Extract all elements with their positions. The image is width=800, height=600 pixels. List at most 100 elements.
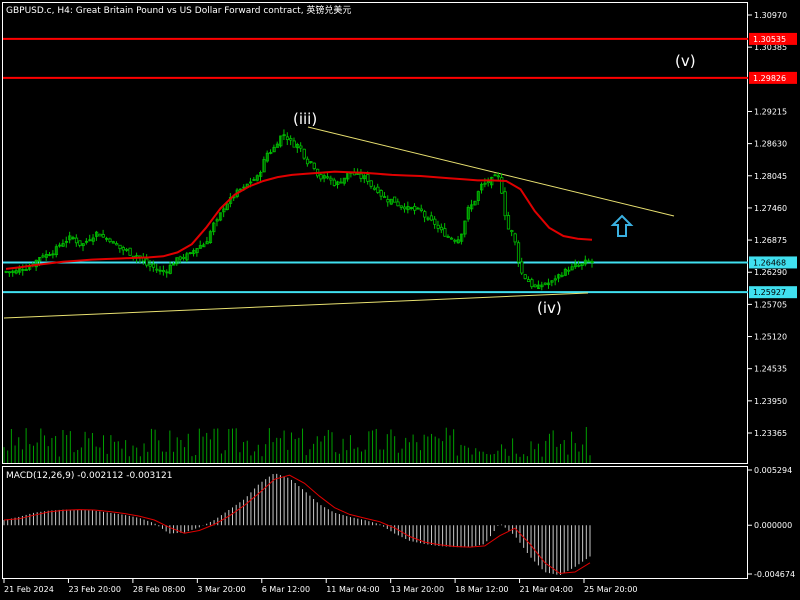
candle-body xyxy=(443,228,447,237)
candle-body xyxy=(329,177,333,181)
upper-trendline[interactable] xyxy=(307,126,675,217)
candle-body xyxy=(118,244,122,250)
price-tick-label: 1.25120 xyxy=(754,333,787,342)
up-arrow-icon[interactable] xyxy=(610,214,634,237)
price-tick-label: 1.23365 xyxy=(754,429,787,438)
candle-body xyxy=(503,191,507,217)
candle-body xyxy=(396,201,400,207)
candle-body xyxy=(125,249,129,251)
main-chart-frame xyxy=(2,2,748,464)
moving-average-line xyxy=(5,170,593,270)
candle-body xyxy=(7,271,12,274)
candle-body xyxy=(577,264,581,267)
candle-body xyxy=(151,263,156,268)
time-tick-label: 11 Mar 04:00 xyxy=(326,585,379,594)
candle-body xyxy=(533,284,537,288)
candle-body xyxy=(74,237,79,244)
price-tick-label: 1.27460 xyxy=(754,204,787,213)
candle-body xyxy=(413,205,417,211)
candle-body xyxy=(369,180,373,187)
candle-body xyxy=(513,233,517,243)
candle-body xyxy=(543,282,547,285)
time-tick-label: 21 Mar 04:00 xyxy=(520,585,573,594)
time-tick-label: 23 Feb 20:00 xyxy=(68,585,120,594)
candle-body xyxy=(366,174,370,182)
candle-body xyxy=(506,215,511,230)
candle-body xyxy=(439,226,444,231)
candle-body xyxy=(145,258,149,266)
candle-body xyxy=(108,238,112,242)
candle-body xyxy=(403,206,407,210)
chart-canvas[interactable]: 1.309701.303851.292151.286301.280451.274… xyxy=(0,0,800,600)
time-tick-label: 28 Feb 08:00 xyxy=(133,585,185,594)
candle-body xyxy=(115,243,119,246)
macd-tick-label: -0.004674 xyxy=(754,570,795,579)
candle-body xyxy=(516,242,521,263)
macd-signal-line xyxy=(3,474,591,574)
candle-body xyxy=(567,269,571,272)
candle-body xyxy=(4,271,8,273)
candle-body xyxy=(553,278,557,281)
level-price-label: 1.25927 xyxy=(753,288,786,297)
time-tick-label: 25 Mar 20:00 xyxy=(584,585,637,594)
wave-label-v: (v) xyxy=(675,52,696,70)
time-tick-label: 13 Mar 20:00 xyxy=(391,585,444,594)
candle-body xyxy=(560,274,564,277)
candle-body xyxy=(436,224,440,229)
price-tick-label: 1.26875 xyxy=(754,236,787,245)
time-axis: 21 Feb 2024 23 Feb 20:00 28 Feb 08:00 3 Mar… xyxy=(3,579,637,594)
candle-body xyxy=(429,215,434,221)
candle-body xyxy=(386,199,390,203)
candle-body xyxy=(399,205,403,208)
time-tick-label: 18 Mar 12:00 xyxy=(455,585,508,594)
candle-body xyxy=(526,279,531,283)
candle-body xyxy=(376,186,380,193)
candle-body xyxy=(449,237,454,240)
candle-body xyxy=(590,260,594,263)
wave-label-iv: (iv) xyxy=(537,299,562,317)
macd-title: MACD(12,26,9) -0.002112 -0.003121 xyxy=(6,471,172,481)
macd-axis: 0.005294 0.000000 -0.004674 xyxy=(748,466,795,579)
candle-body xyxy=(101,234,105,238)
candle-body xyxy=(423,211,427,218)
wave-label-iii: (iii) xyxy=(293,110,317,128)
macd-histogram xyxy=(3,473,591,575)
candle-body xyxy=(530,279,534,288)
price-tick-label: 1.23950 xyxy=(754,397,787,406)
candle-body xyxy=(393,196,397,203)
candle-body xyxy=(332,179,336,186)
lower-trendline[interactable] xyxy=(3,292,589,319)
candle-body xyxy=(78,240,82,246)
macd-tick-label: 0.000000 xyxy=(754,521,792,530)
candle-body xyxy=(319,174,323,180)
price-tick-label: 1.28630 xyxy=(754,140,787,149)
candle-body xyxy=(419,208,424,211)
candle-body xyxy=(302,148,306,159)
candle-body xyxy=(312,162,316,169)
candle-body xyxy=(510,230,514,233)
candle-body xyxy=(453,239,457,242)
candle-body xyxy=(289,138,293,141)
candles xyxy=(4,129,594,291)
level-price-label: 1.30535 xyxy=(753,35,786,44)
candle-body xyxy=(285,136,290,140)
trendlines[interactable] xyxy=(3,126,675,319)
candle-body xyxy=(161,270,166,273)
candle-body xyxy=(382,196,387,199)
candle-body xyxy=(148,263,152,267)
volume-bars xyxy=(3,427,591,463)
candle-body xyxy=(496,175,501,178)
candle-body xyxy=(523,274,527,279)
candle-body xyxy=(128,247,132,256)
candle-body xyxy=(372,187,377,190)
candle-body xyxy=(379,190,383,197)
candle-body xyxy=(155,268,159,271)
candle-body xyxy=(121,247,125,251)
price-tick-label: 1.24535 xyxy=(754,365,787,374)
level-price-label: 1.26468 xyxy=(753,258,786,267)
price-tick-label: 1.30970 xyxy=(754,11,787,20)
level-price-label: 1.29826 xyxy=(753,74,786,83)
macd-tick-label: 0.005294 xyxy=(754,466,792,475)
candle-body xyxy=(486,181,490,184)
symbol-title: GBPUSD.c, H4: Great Britain Pound vs US … xyxy=(6,4,351,16)
